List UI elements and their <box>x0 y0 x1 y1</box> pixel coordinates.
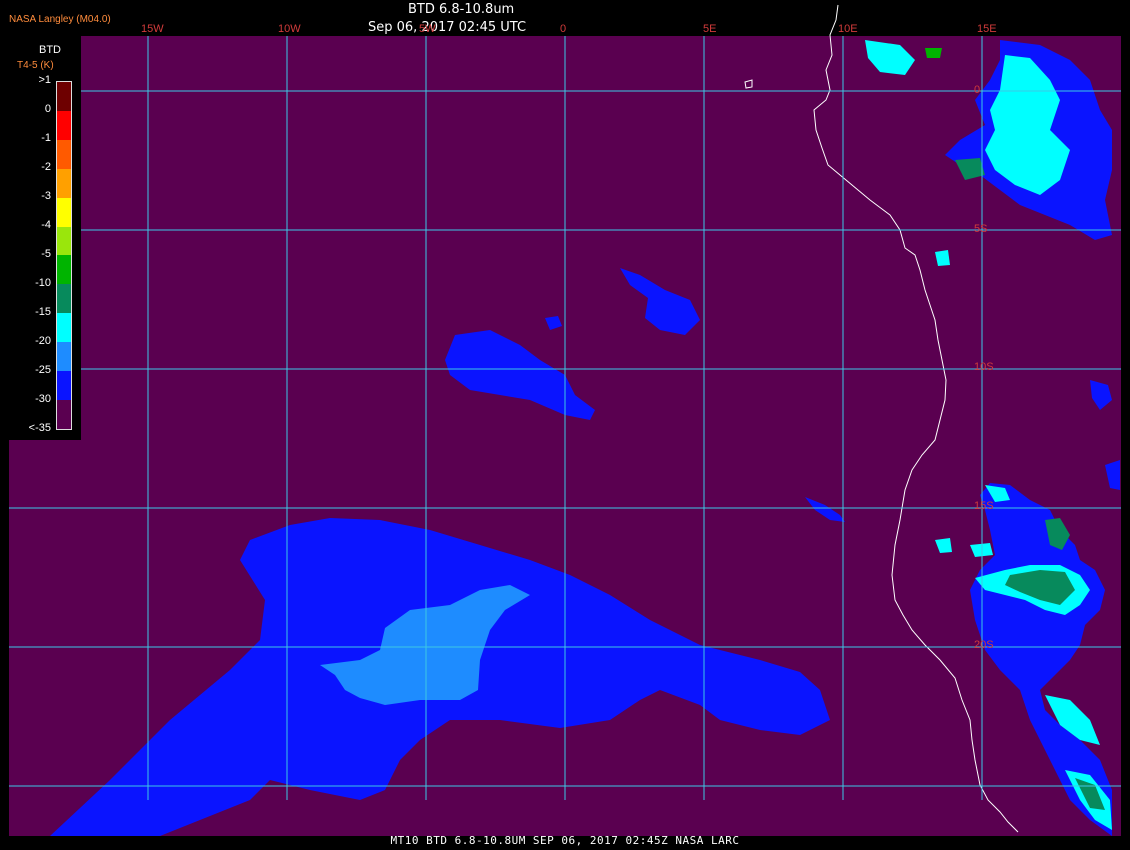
legend-title: BTD <box>39 44 61 56</box>
legend-tick-label: <-35 <box>28 422 51 434</box>
legend-tick-label: -10 <box>35 277 51 289</box>
longitude-label: 5E <box>703 23 717 35</box>
legend-tick-label: 0 <box>44 103 51 115</box>
legend-tick-label: -20 <box>35 335 51 347</box>
latitude-label: 15S <box>974 500 994 512</box>
map-title: BTD 6.8-10.8um <box>408 2 515 17</box>
credit-label: NASA Langley (M04.0) <box>9 14 111 25</box>
legend-tick-label: -4 <box>41 219 51 231</box>
legend-swatch <box>57 342 71 372</box>
color-legend: BTD T4-5 (K) >1 0 -1 -2 -3 -4 -5 -10 -15 -20 -25 -3… <box>9 36 81 440</box>
latitude-label: 0 <box>974 84 981 96</box>
legend-colorbar <box>56 81 72 430</box>
legend-swatch <box>57 82 71 111</box>
legend-swatch <box>57 313 71 343</box>
legend-swatch <box>57 197 71 227</box>
longitude-label: 0 <box>560 23 567 35</box>
legend-tick-label: -2 <box>41 161 51 173</box>
legend-swatch <box>57 139 71 169</box>
legend-swatch <box>57 399 71 429</box>
legend-swatch <box>57 284 71 314</box>
legend-tick-label: -1 <box>41 132 51 144</box>
legend-tick-label: -5 <box>41 248 51 260</box>
legend-swatch <box>57 110 71 140</box>
latitude-label: 5S <box>974 223 988 235</box>
legend-tick-label: -15 <box>35 306 51 318</box>
latitude-label: 10S <box>974 361 994 373</box>
legend-swatch <box>57 168 71 198</box>
longitude-label: 15E <box>977 23 997 35</box>
legend-units: T4-5 (K) <box>17 60 54 71</box>
latitude-label: 20S <box>974 639 994 651</box>
legend-tick-label: -30 <box>35 393 51 405</box>
longitude-label: 10W <box>278 23 301 35</box>
longitude-label: 10E <box>838 23 858 35</box>
legend-tick-label: -25 <box>35 364 51 376</box>
legend-tick-label: >1 <box>38 74 51 86</box>
satellite-map <box>0 0 1130 850</box>
longitude-label: 5W <box>419 23 436 35</box>
map-timestamp: Sep 06, 2017 02:45 UTC <box>368 20 527 35</box>
legend-swatch <box>57 371 71 400</box>
footer-caption: MT10 BTD 6.8-10.8UM SEP 06, 2017 02:45Z … <box>390 834 740 847</box>
legend-tick-label: -3 <box>41 190 51 202</box>
longitude-label: 15W <box>141 23 164 35</box>
legend-swatch <box>57 255 71 285</box>
legend-swatch <box>57 226 71 256</box>
